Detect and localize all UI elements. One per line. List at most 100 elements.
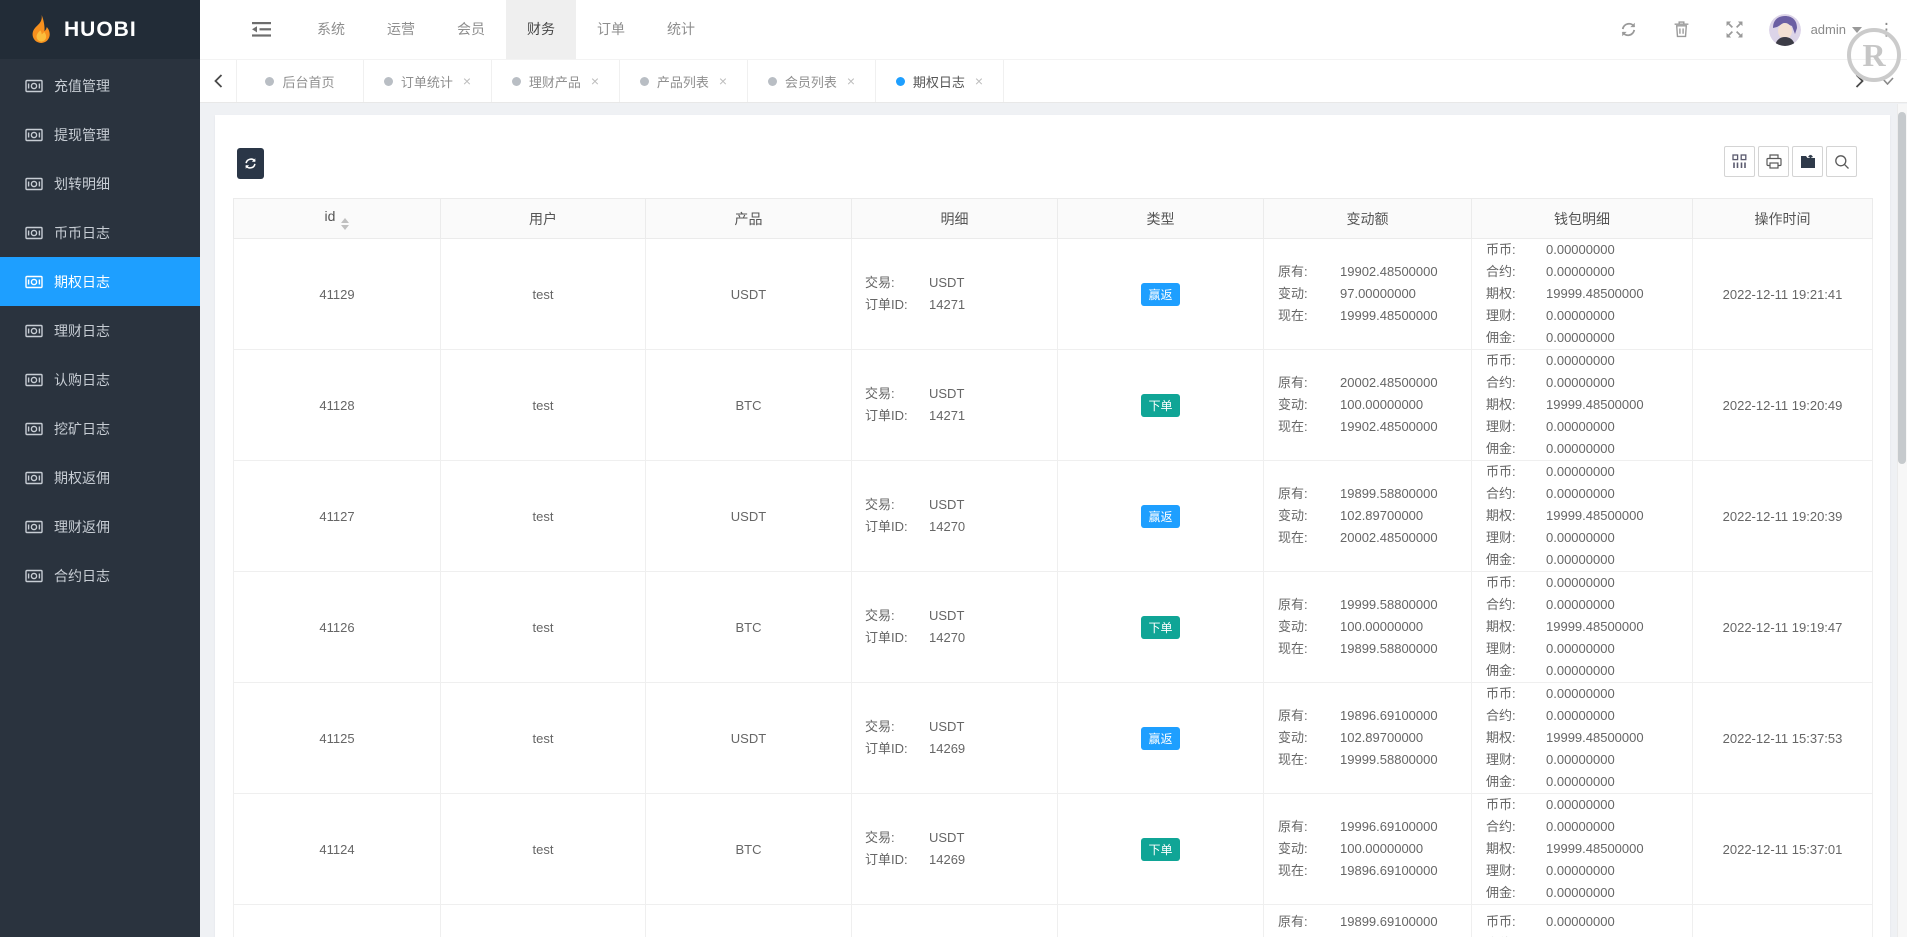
type-badge: 下单 <box>1141 394 1179 417</box>
kv-line: 变动:100.00000000 <box>1278 394 1471 416</box>
wallet-lines: 币币:0.00000000合约:0.00000000期权:19999.48500… <box>1486 794 1692 904</box>
cell-wallet: 币币:0.00000000合约:0.00000000期权:19999.48500… <box>1472 683 1693 794</box>
cell-user: test <box>441 683 646 794</box>
kv-key: 币币: <box>1486 683 1546 705</box>
column-header-2[interactable]: 用户 <box>441 199 646 239</box>
column-header-7[interactable]: 钱包明细 <box>1472 199 1693 239</box>
cell-wallet: 币币:0.00000000合约:0.00000000期权:19999.48500… <box>1472 350 1693 461</box>
kv-line: 理财:0.00000000 <box>1486 527 1692 549</box>
sidebar-item-1[interactable]: 充值管理 <box>0 61 200 110</box>
sidebar-item-10[interactable]: 理财返佣 <box>0 502 200 551</box>
column-header-label: 操作时间 <box>1755 211 1811 227</box>
trash-icon[interactable] <box>1672 21 1692 38</box>
user-dropdown-caret-icon[interactable] <box>1852 27 1862 33</box>
kv-key: 币币: <box>1486 461 1546 483</box>
tabs-dropdown-icon[interactable] <box>1869 60 1905 102</box>
kv-value: 19999.48500000 <box>1340 305 1438 327</box>
sidebar-item-2[interactable]: 提现管理 <box>0 110 200 159</box>
kv-key: 佣金: <box>1486 882 1546 904</box>
fullscreen-icon[interactable] <box>1725 21 1745 38</box>
tabbar: 后台首页订单统计×理财产品×产品列表×会员列表×期权日志× <box>200 59 1907 103</box>
change-lines: 原有:20002.48500000变动:100.00000000现在:19902… <box>1278 372 1471 438</box>
table-toolbar <box>1721 146 1857 177</box>
tab-close-icon[interactable]: × <box>975 73 983 89</box>
tab-strip: 后台首页订单统计×理财产品×产品列表×会员列表×期权日志× <box>236 60 1004 102</box>
search-button[interactable] <box>1826 146 1857 177</box>
column-header-label: 产品 <box>735 211 763 227</box>
kv-line: 期权:19999.48500000 <box>1486 505 1692 527</box>
sidebar-item-label: 期权返佣 <box>54 468 110 488</box>
money-icon <box>25 226 43 240</box>
nav-item-5[interactable]: 订单 <box>576 0 646 59</box>
kv-key: 期权: <box>1486 616 1546 638</box>
column-header-3[interactable]: 产品 <box>646 199 852 239</box>
wallet-lines: 币币:0.00000000合约:0.00000000 <box>1486 911 1692 937</box>
sidebar-item-6[interactable]: 理财日志 <box>0 306 200 355</box>
column-header-4[interactable]: 明细 <box>852 199 1058 239</box>
cell-detail <box>852 905 1058 937</box>
kv-line: 币币:0.00000000 <box>1486 239 1692 261</box>
kv-key: 原有: <box>1278 261 1340 283</box>
tab-1[interactable]: 后台首页 <box>236 60 364 102</box>
avatar[interactable] <box>1769 14 1801 46</box>
nav-item-3[interactable]: 会员 <box>436 0 506 59</box>
table-refresh-button[interactable] <box>237 148 264 179</box>
cell-change: 原有:19902.48500000变动:97.00000000现在:19999.… <box>1264 239 1472 350</box>
sidebar-item-9[interactable]: 期权返佣 <box>0 453 200 502</box>
columns-filter-button[interactable] <box>1724 146 1755 177</box>
tab-close-icon[interactable]: × <box>719 73 727 89</box>
tabs-scroll-left-icon[interactable] <box>200 60 236 102</box>
detail-lines: 交易:USDT订单ID:14269 <box>865 827 1057 871</box>
refresh-icon[interactable] <box>1619 21 1639 38</box>
tab-close-icon[interactable]: × <box>847 73 855 89</box>
kv-line: 订单ID:14269 <box>865 849 1057 871</box>
cell-detail: 交易:USDT订单ID:14270 <box>852 572 1058 683</box>
sidebar-item-3[interactable]: 划转明细 <box>0 159 200 208</box>
tab-2[interactable]: 订单统计× <box>364 60 492 102</box>
column-header-5[interactable]: 类型 <box>1058 199 1264 239</box>
cell-time: 2022-12-11 19:21:41 <box>1693 239 1873 350</box>
kv-line: 变动:102.89700000 <box>1278 727 1471 749</box>
kv-value: 97.00000000 <box>1340 283 1416 305</box>
column-header-6[interactable]: 变动额 <box>1264 199 1472 239</box>
sidebar-item-7[interactable]: 认购日志 <box>0 355 200 404</box>
tab-3[interactable]: 理财产品× <box>492 60 620 102</box>
cell-wallet: 币币:0.00000000合约:0.00000000期权:19999.48500… <box>1472 239 1693 350</box>
kv-line: 币币:0.00000000 <box>1486 911 1692 933</box>
kv-value: 20002.48500000 <box>1340 527 1438 549</box>
column-header-8[interactable]: 操作时间 <box>1693 199 1873 239</box>
export-button[interactable] <box>1792 146 1823 177</box>
logo[interactable]: HUOBI <box>0 0 200 59</box>
nav-item-4[interactable]: 财务 <box>506 0 576 59</box>
print-button[interactable] <box>1758 146 1789 177</box>
sidebar-item-8[interactable]: 挖矿日志 <box>0 404 200 453</box>
nav-item-1[interactable]: 系统 <box>296 0 366 59</box>
table-row: 41127testUSDT交易:USDT订单ID:14270赢返原有:19899… <box>234 461 1873 572</box>
kv-key: 现在: <box>1278 749 1340 771</box>
tab-4[interactable]: 产品列表× <box>620 60 748 102</box>
sort-icon[interactable] <box>341 218 349 230</box>
more-menu-icon[interactable]: ⋮ <box>1878 21 1895 38</box>
sidebar-item-4[interactable]: 币币日志 <box>0 208 200 257</box>
column-header-1[interactable]: id <box>234 199 441 239</box>
nav-item-6[interactable]: 统计 <box>646 0 716 59</box>
type-badge: 赢返 <box>1141 283 1179 306</box>
logo-text: HUOBI <box>64 18 137 42</box>
kv-value: 0.00000000 <box>1546 860 1615 882</box>
kv-key: 交易: <box>865 383 929 405</box>
sidebar-item-11[interactable]: 合约日志 <box>0 551 200 600</box>
user-name[interactable]: admin <box>1811 22 1846 37</box>
sidebar-item-5[interactable]: 期权日志 <box>0 257 200 306</box>
nav-item-2[interactable]: 运营 <box>366 0 436 59</box>
kv-value: 0.00000000 <box>1546 816 1615 838</box>
tab-close-icon[interactable]: × <box>463 73 471 89</box>
cell-detail: 交易:USDT订单ID:14269 <box>852 683 1058 794</box>
kv-value: 19999.48500000 <box>1546 283 1644 305</box>
tab-6[interactable]: 期权日志× <box>876 60 1004 102</box>
collapse-sidebar-icon[interactable] <box>252 22 271 37</box>
page-scrollbar-thumb[interactable] <box>1898 112 1906 464</box>
tab-close-icon[interactable]: × <box>591 73 599 89</box>
tab-5[interactable]: 会员列表× <box>748 60 876 102</box>
cell-change: 原有:20002.48500000变动:100.00000000现在:19902… <box>1264 350 1472 461</box>
kv-line: 变动:102.89700000 <box>1278 505 1471 527</box>
